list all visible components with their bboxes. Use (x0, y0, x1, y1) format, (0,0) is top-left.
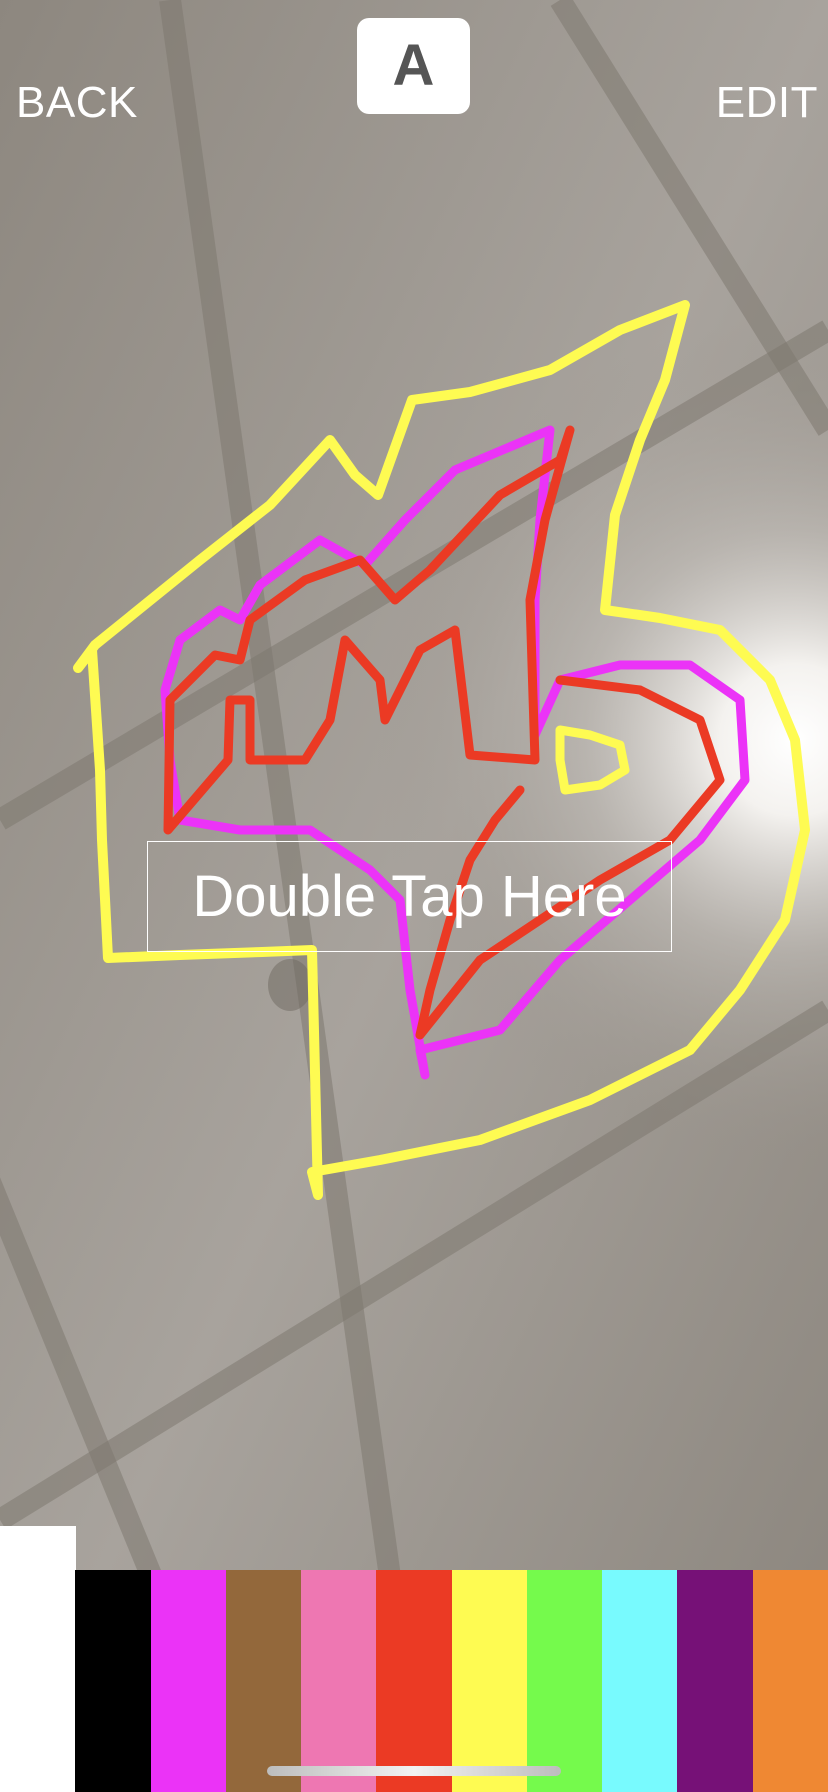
swatch-magenta[interactable] (150, 1570, 227, 1792)
color-palette (0, 1526, 828, 1792)
swatch-green[interactable] (526, 1570, 603, 1792)
swatch-red[interactable] (376, 1570, 453, 1792)
swatch-yellow[interactable] (451, 1570, 528, 1792)
yellow-stroke (73, 300, 810, 1200)
text-tool-icon: A (392, 33, 435, 98)
double-tap-prompt: Double Tap Here (192, 864, 627, 929)
swatch-cyan[interactable] (602, 1570, 678, 1792)
top-toolbar: BACK A EDIT (0, 0, 828, 150)
text-tool-button[interactable]: A (357, 18, 470, 114)
ar-drawing-screen[interactable]: BACK A EDIT Double Tap Here (0, 0, 828, 1792)
back-button[interactable]: BACK (16, 78, 138, 128)
edit-button[interactable]: EDIT (716, 78, 818, 128)
swatch-white[interactable] (0, 1526, 76, 1792)
swatch-orange[interactable] (752, 1570, 828, 1792)
swatch-pink[interactable] (301, 1570, 377, 1792)
yellow-accent-stroke (555, 725, 630, 795)
double-tap-text-box[interactable]: Double Tap Here (147, 841, 672, 952)
swatch-black[interactable] (75, 1570, 152, 1792)
home-indicator[interactable] (267, 1766, 561, 1776)
swatch-brown[interactable] (225, 1570, 302, 1792)
swatch-purple[interactable] (677, 1570, 754, 1792)
